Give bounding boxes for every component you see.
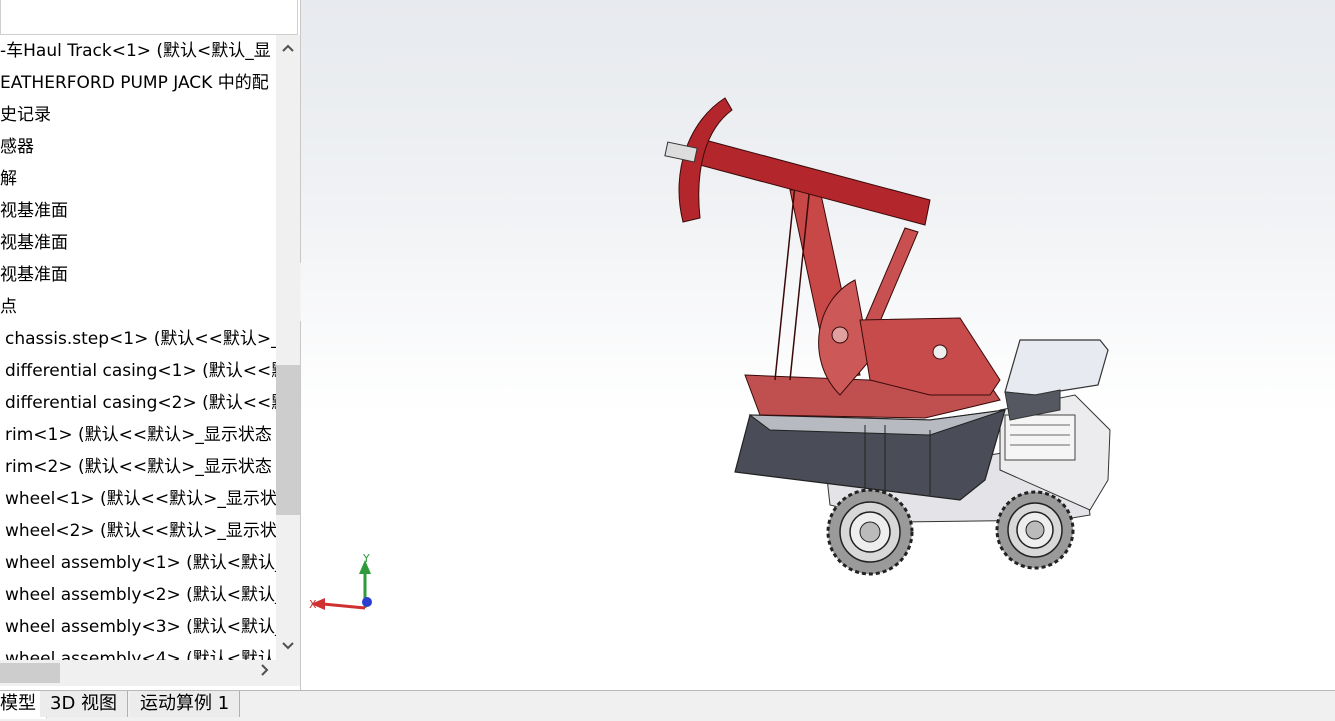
vertical-scroll-thumb[interactable]	[276, 365, 300, 515]
tree-list: -车Haul Track<1> (默认<默认_显 EATHERFORD PUMP…	[0, 35, 276, 660]
rear-wheel-icon	[826, 488, 914, 576]
tree-item-sensors[interactable]: 感器	[0, 131, 276, 163]
tree-item-wheel-assembly-3[interactable]: wheel assembly<3> (默认<默认_	[0, 611, 276, 643]
triad-y-label: Y	[362, 552, 370, 565]
scroll-right-arrow-icon[interactable]	[260, 660, 270, 686]
scroll-up-arrow-icon[interactable]	[276, 37, 300, 61]
tree-item-history[interactable]: 史记录	[0, 99, 276, 131]
tree-item-wheel-1[interactable]: wheel<1> (默认<<默认>_显示状	[0, 483, 276, 515]
tree-item-wheel-2[interactable]: wheel<2> (默认<<默认>_显示状	[0, 515, 276, 547]
tree-item-wheel-assembly-2[interactable]: wheel assembly<2> (默认<默认_	[0, 579, 276, 611]
tree-filter-box[interactable]	[0, 0, 298, 35]
tree-item-origin[interactable]: 点	[0, 291, 276, 323]
tree-item-wheel-assembly-4[interactable]: wheel assembly<4> (默认<默认_	[0, 643, 276, 660]
graphics-viewport[interactable]: X Y	[301, 0, 1335, 690]
tree-item-right-plane[interactable]: 视基准面	[0, 259, 276, 291]
tree-item-configuration[interactable]: EATHERFORD PUMP JACK 中的配	[0, 67, 276, 99]
front-wheel-icon	[995, 490, 1075, 570]
tree-item-rim-2[interactable]: rim<2> (默认<<默认>_显示状态	[0, 451, 276, 483]
tab-motion-study-1[interactable]: 运动算例 1	[130, 691, 241, 717]
tree-item-wheel-assembly-1[interactable]: wheel assembly<1> (默认<默认_	[0, 547, 276, 579]
triad-x-label: X	[309, 598, 317, 611]
tree-item-assembly[interactable]: -车Haul Track<1> (默认<默认_显	[0, 35, 276, 67]
horizontal-scroll-thumb[interactable]	[0, 663, 60, 683]
tree-item-differential-casing-1[interactable]: differential casing<1> (默认<<默	[0, 355, 276, 387]
bottom-tab-bar: 模型 3D 视图 运动算例 1	[0, 690, 1335, 721]
tree-item-chassis[interactable]: chassis.step<1> (默认<<默认>_显	[0, 323, 276, 355]
tree-item-differential-casing-2[interactable]: differential casing<2> (默认<<默	[0, 387, 276, 419]
tree-item-rim-1[interactable]: rim<1> (默认<<默认>_显示状态	[0, 419, 276, 451]
scroll-corner	[276, 660, 300, 686]
feature-manager-tree: -车Haul Track<1> (默认<默认_显 EATHERFORD PUMP…	[0, 0, 301, 690]
vertical-scrollbar[interactable]	[276, 35, 300, 660]
pump-jack-model	[664, 97, 1001, 419]
tree-item-top-plane[interactable]: 视基准面	[0, 227, 276, 259]
3d-model-view[interactable]	[301, 0, 1335, 690]
horizontal-scrollbar[interactable]	[0, 660, 276, 686]
tree-item-front-plane[interactable]: 视基准面	[0, 195, 276, 227]
axis-triad-icon: X Y	[309, 552, 372, 611]
scroll-down-arrow-icon[interactable]	[276, 635, 300, 659]
tab-3d-view[interactable]: 3D 视图	[40, 691, 129, 717]
tree-item-annotations[interactable]: 解	[0, 163, 276, 195]
